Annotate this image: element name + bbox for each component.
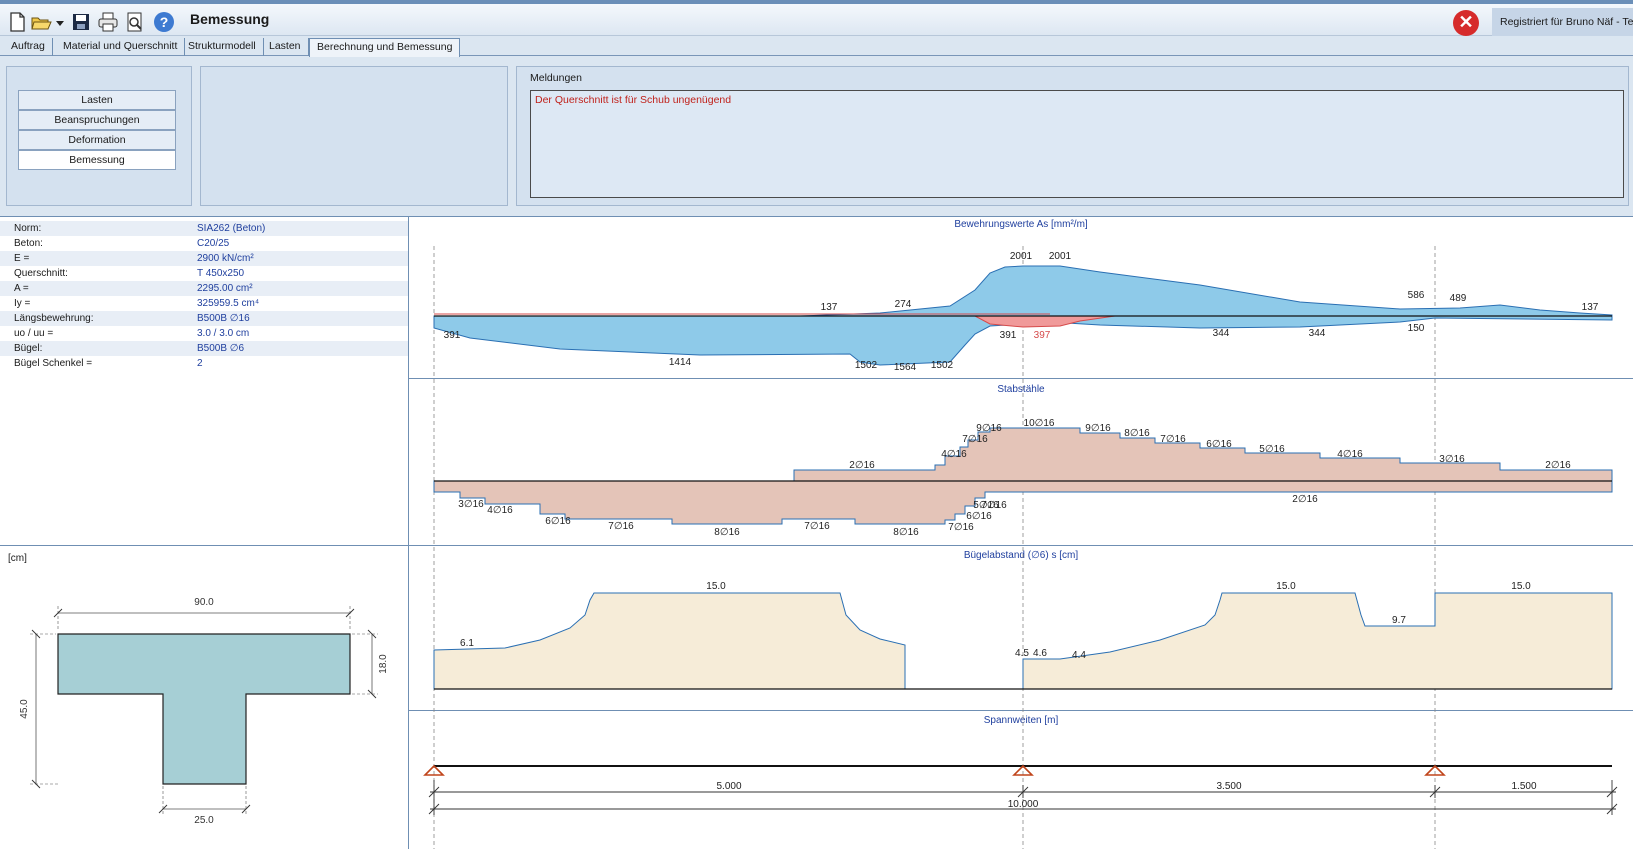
bottom-bar-label: 3∅16 bbox=[458, 499, 484, 510]
stirrup-label: 4.6 bbox=[1033, 648, 1047, 659]
top-bar-label: 6∅16 bbox=[1206, 439, 1232, 450]
bottom-label: 344 bbox=[1213, 328, 1230, 339]
top-bar-label: 9∅16 bbox=[1085, 423, 1111, 434]
stirrup-spacing-right-area bbox=[1022, 592, 1613, 690]
bottom-label: 1502 bbox=[855, 360, 878, 371]
top-bar-label: 4∅16 bbox=[941, 449, 967, 460]
bottom-bars-area bbox=[433, 480, 1613, 525]
bottom-label: 344 bbox=[1309, 328, 1326, 339]
top-label: 137 bbox=[821, 302, 838, 313]
top-bar-label: 9∅16 bbox=[976, 423, 1002, 434]
stirrup-label: 15.0 bbox=[1276, 581, 1296, 592]
bottom-label: 391 bbox=[444, 330, 461, 341]
bottom-label: 1564 bbox=[894, 362, 917, 373]
bottom-bar-label: 8∅16 bbox=[893, 527, 919, 538]
top-reinforcement-area bbox=[799, 265, 1613, 317]
top-label: 137 bbox=[1582, 302, 1599, 313]
top-bar-label: 8∅16 bbox=[1124, 428, 1150, 439]
top-label: 586 bbox=[1408, 290, 1425, 301]
negative-label: 397 bbox=[1034, 330, 1051, 341]
top-label: 274 bbox=[895, 299, 912, 310]
total-span-label: 10.000 bbox=[1008, 799, 1039, 810]
top-label: 489 bbox=[1450, 293, 1467, 304]
bottom-label: 150 bbox=[1408, 323, 1425, 334]
bottom-label: 1502 bbox=[931, 360, 954, 371]
top-bar-label: 2∅16 bbox=[849, 460, 875, 471]
bottom-bar-label: 2∅16 bbox=[1292, 494, 1318, 505]
span-label: 1.500 bbox=[1511, 781, 1536, 792]
stirrup-label: 6.1 bbox=[460, 638, 474, 649]
top-bar-label: 10∅16 bbox=[1024, 418, 1055, 429]
top-label: 2001 bbox=[1010, 251, 1033, 262]
bottom-label: 1414 bbox=[669, 357, 692, 368]
stirrup-label: 9.7 bbox=[1392, 615, 1406, 626]
top-bar-label: 4∅16 bbox=[1337, 449, 1363, 460]
top-label: 2001 bbox=[1049, 251, 1072, 262]
bottom-bar-label: 4∅16 bbox=[487, 505, 513, 516]
bottom-bar-label: 7∅16 bbox=[608, 521, 634, 532]
bottom-bar-label: 6∅16 bbox=[966, 511, 992, 522]
stirrup-label: 15.0 bbox=[706, 581, 726, 592]
stirrup-spacing-left-area bbox=[433, 592, 906, 690]
bottom-bar-label: 7∅16 bbox=[948, 522, 974, 533]
structural-charts: 137 274 2001 2001 586 489 137 391 1414 1… bbox=[423, 246, 1618, 849]
bottom-bar-label: 8∅16 bbox=[714, 527, 740, 538]
top-bar-label: 5∅16 bbox=[1259, 444, 1285, 455]
top-bar-label: 2∅16 bbox=[1545, 460, 1571, 471]
bottom-bar-label: 7∅16 bbox=[804, 521, 830, 532]
span-label: 5.000 bbox=[716, 781, 741, 792]
top-bars-area bbox=[793, 427, 1613, 482]
bottom-bar-label: 7∅16 bbox=[981, 500, 1007, 511]
top-bar-label: 7∅16 bbox=[1160, 434, 1186, 445]
stirrup-label: 15.0 bbox=[1511, 581, 1531, 592]
stirrup-label: 4.4 bbox=[1072, 650, 1086, 661]
bottom-bar-label: 6∅16 bbox=[545, 516, 571, 527]
span-label: 3.500 bbox=[1216, 781, 1241, 792]
stirrup-label: 4.5 bbox=[1015, 648, 1029, 659]
top-bar-label: 3∅16 bbox=[1439, 454, 1465, 465]
top-bar-label: 7∅16 bbox=[962, 434, 988, 445]
bottom-label: 391 bbox=[1000, 330, 1017, 341]
